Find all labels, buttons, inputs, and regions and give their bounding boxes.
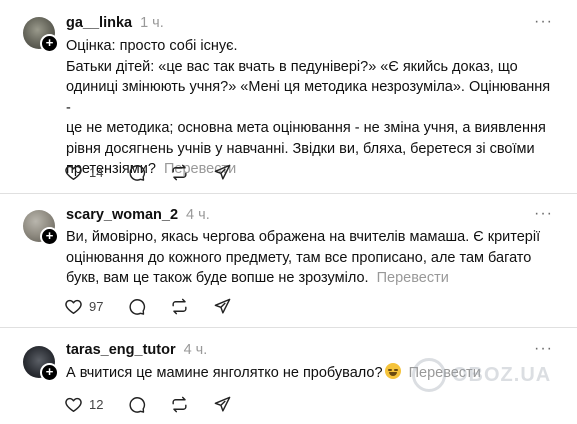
comment-button[interactable]: [127, 395, 146, 414]
heart-icon: [65, 299, 82, 314]
share-icon: [215, 298, 231, 314]
like-button[interactable]: 14: [64, 163, 103, 182]
post-header: taras_eng_tutor 4 ч.: [66, 342, 207, 362]
share-icon: [215, 164, 231, 180]
post-text: Оцінка: просто собі існує. Батьки дітей:…: [66, 36, 556, 180]
timestamp: 1 ч.: [140, 15, 164, 31]
avatar[interactable]: +: [23, 17, 59, 53]
action-bar: 14: [64, 162, 256, 182]
username[interactable]: ga__linka: [66, 15, 132, 31]
post-line-last: букв, вам це також буде вопше не зрозумі…: [66, 268, 556, 289]
post-line: Ви, ймовірно, якась чергова ображена на …: [66, 229, 541, 245]
comment-button[interactable]: [127, 163, 146, 182]
laughing-emoji: [384, 363, 401, 379]
like-button[interactable]: 12: [64, 395, 103, 414]
repost-icon: [172, 164, 188, 180]
translate-link[interactable]: Перевести: [377, 270, 449, 286]
more-icon[interactable]: ···: [534, 340, 553, 358]
divider: [0, 327, 577, 328]
post-line: рівня досягнень учнів у навчанні. Звідки…: [66, 140, 535, 157]
timestamp: 4 ч.: [183, 342, 208, 358]
more-icon[interactable]: ···: [534, 13, 553, 31]
comment-icon: [129, 298, 146, 315]
action-bar: 12: [64, 394, 256, 414]
follow-plus-icon[interactable]: +: [40, 34, 59, 53]
share-icon: [215, 396, 231, 412]
heart-icon: [65, 165, 82, 180]
follow-plus-icon[interactable]: +: [40, 227, 59, 246]
like-count: 14: [89, 164, 104, 180]
heart-icon: [65, 397, 82, 412]
avatar[interactable]: +: [23, 346, 59, 382]
follow-plus-icon[interactable]: +: [40, 363, 59, 382]
repost-icon: [172, 396, 188, 412]
comment-button[interactable]: [127, 297, 146, 316]
post-line: одиниці змінюють учня?» «Мені ця методик…: [66, 79, 551, 116]
post-line: Батьки дітей: «це вас так вчать в педуні…: [66, 58, 518, 75]
post-line: Оцінка: просто собі існує.: [66, 38, 238, 54]
divider: [0, 193, 577, 194]
username[interactable]: taras_eng_tutor: [66, 342, 176, 358]
more-icon[interactable]: ···: [534, 205, 553, 223]
comment-icon: [129, 396, 146, 413]
post-line: оцінювання до кожного предмету, там все …: [66, 249, 532, 266]
post-line: А вчитися це мамине янголятко не пробува…: [66, 365, 383, 381]
post-text: Ви, ймовірно, якась чергова ображена на …: [66, 227, 556, 289]
share-button[interactable]: [213, 395, 232, 414]
timestamp: 4 ч.: [186, 207, 210, 223]
watermark-logo-icon: [412, 358, 446, 392]
post-line: букв, вам це також буде вопше не зрозумі…: [66, 270, 369, 286]
comment-icon: [129, 164, 146, 181]
username[interactable]: scary_woman_2: [66, 207, 178, 223]
repost-button[interactable]: [170, 297, 189, 316]
post-header: ga__linka 1 ч.: [66, 15, 164, 35]
avatar[interactable]: +: [23, 210, 59, 246]
like-count: 12: [89, 396, 104, 412]
repost-button[interactable]: [170, 163, 189, 182]
watermark-text: OBOZ.UA: [452, 363, 552, 386]
repost-icon: [172, 298, 188, 314]
repost-button[interactable]: [170, 395, 189, 414]
watermark: OBOZ.UA: [412, 358, 551, 392]
share-button[interactable]: [213, 163, 232, 182]
like-count: 97: [89, 298, 104, 314]
post-header: scary_woman_2 4 ч.: [66, 207, 210, 227]
like-button[interactable]: 97: [64, 297, 103, 316]
post-line: це не методика; основна мета оцінювання …: [66, 120, 546, 136]
action-bar: 97: [64, 296, 256, 316]
share-button[interactable]: [213, 297, 232, 316]
